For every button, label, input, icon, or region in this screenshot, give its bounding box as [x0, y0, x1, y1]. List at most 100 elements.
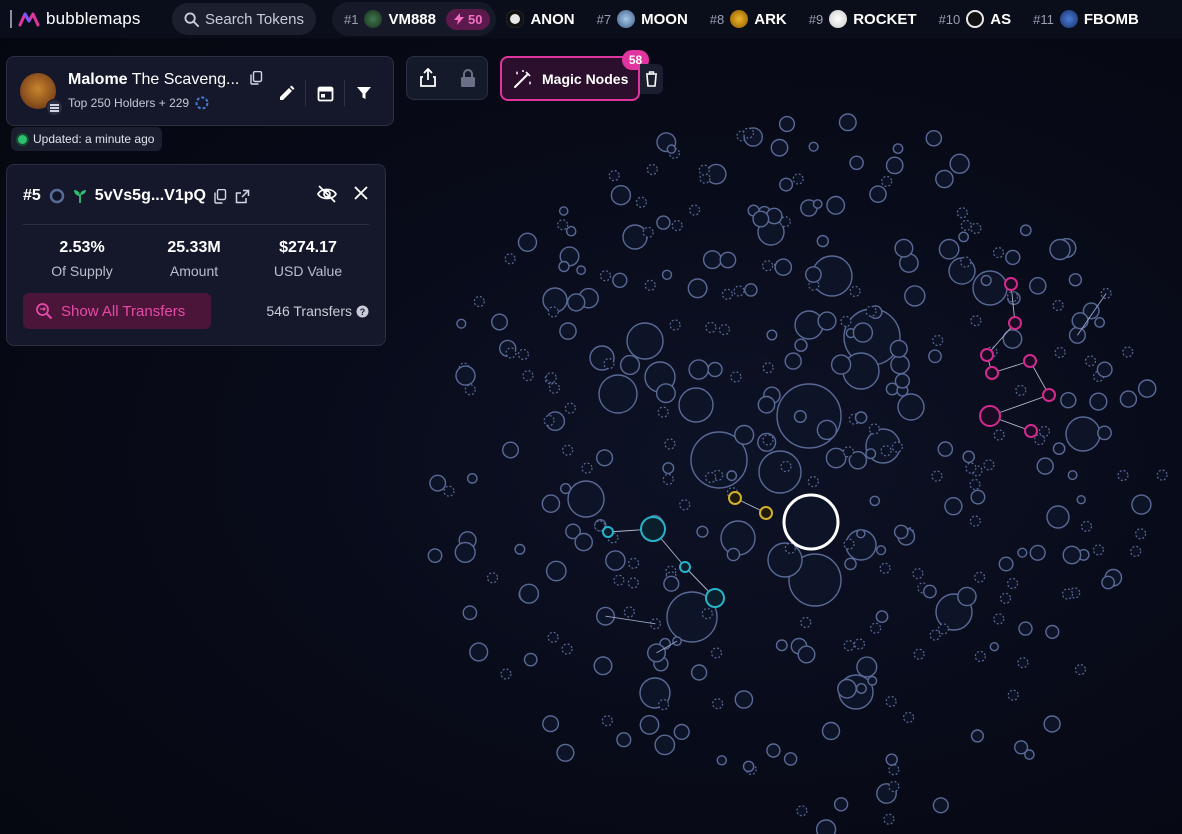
holder-bubble[interactable]	[969, 478, 981, 491]
holder-bubble[interactable]	[541, 494, 561, 514]
holder-bubble[interactable]	[522, 370, 534, 382]
holder-bubble[interactable]	[775, 639, 788, 652]
holder-bubble[interactable]	[726, 547, 741, 562]
holder-bubble[interactable]	[698, 164, 710, 176]
holder-bubble[interactable]	[1074, 663, 1087, 676]
holder-bubble[interactable]	[626, 322, 664, 360]
holder-bubble[interactable]	[678, 387, 714, 423]
holder-bubble[interactable]	[843, 538, 855, 550]
holder-bubble[interactable]	[616, 732, 632, 748]
holder-bubble[interactable]	[1060, 392, 1077, 409]
holder-bubble[interactable]	[688, 359, 710, 380]
ticker-item-vm888[interactable]: #1 VM888 50	[332, 2, 497, 36]
holder-bubble[interactable]	[1119, 390, 1138, 408]
holder-bubble[interactable]	[1015, 384, 1027, 396]
holder-bubble[interactable]	[705, 321, 717, 333]
holder-bubble[interactable]	[1043, 715, 1061, 733]
holder-bubble[interactable]	[869, 185, 887, 203]
holder-bubble[interactable]	[796, 805, 808, 817]
yellow-cluster-bubble[interactable]	[759, 506, 773, 520]
holder-bubble[interactable]	[999, 592, 1012, 604]
magic-nodes-button[interactable]: Magic Nodes	[500, 56, 640, 101]
holder-bubble[interactable]	[825, 447, 847, 469]
holder-bubble[interactable]	[793, 410, 807, 424]
holder-bubble[interactable]	[912, 567, 924, 580]
holder-bubble[interactable]	[466, 472, 478, 484]
holder-bubble[interactable]	[718, 324, 731, 336]
holder-bubble[interactable]	[671, 220, 683, 232]
holder-bubble[interactable]	[505, 347, 517, 359]
holder-bubble[interactable]	[581, 462, 593, 474]
holder-bubble[interactable]	[784, 542, 796, 554]
holder-bubble[interactable]	[938, 238, 960, 260]
holder-bubble[interactable]	[867, 675, 878, 686]
holder-bubble[interactable]	[1017, 657, 1029, 669]
holder-bubble[interactable]	[792, 173, 804, 185]
holder-bubble[interactable]	[844, 557, 857, 571]
holder-bubble[interactable]	[1097, 425, 1112, 441]
holder-bubble[interactable]	[815, 819, 837, 834]
holder-bubble[interactable]	[742, 760, 755, 773]
holder-bubble[interactable]	[840, 315, 852, 327]
holder-bubble[interactable]	[833, 797, 849, 812]
cyan-cluster-bubble[interactable]	[640, 516, 666, 542]
holder-bubble[interactable]	[455, 365, 476, 386]
holder-bubble[interactable]	[730, 371, 742, 383]
holder-bubble[interactable]	[1052, 442, 1066, 455]
holder-bubble[interactable]	[547, 631, 559, 643]
ticker-item-fbomb[interactable]: #11 FBOMB	[1033, 10, 1139, 28]
holder-bubble[interactable]	[993, 429, 1005, 441]
help-icon[interactable]: ?	[356, 305, 369, 318]
holder-bubble[interactable]	[890, 354, 910, 375]
holder-bubble[interactable]	[837, 678, 857, 699]
holder-bubble[interactable]	[556, 219, 569, 231]
holder-bubble[interactable]	[889, 339, 908, 358]
holder-bubble[interactable]	[783, 752, 798, 766]
holder-bubble[interactable]	[721, 288, 734, 300]
holder-bubble[interactable]	[646, 163, 658, 176]
holder-bubble[interactable]	[816, 234, 829, 248]
holder-bubble[interactable]	[902, 711, 915, 724]
holder-bubble[interactable]	[726, 470, 738, 482]
holder-bubble[interactable]	[932, 334, 944, 347]
holder-bubble[interactable]	[774, 258, 793, 277]
ticker-item-anon[interactable]: ANON	[506, 10, 575, 28]
holder-bubble[interactable]	[1019, 224, 1032, 237]
holder-bubble[interactable]	[854, 411, 868, 424]
holder-bubble[interactable]	[812, 199, 823, 209]
edit-button[interactable]	[267, 77, 305, 109]
holder-bubble[interactable]	[1061, 588, 1074, 600]
show-all-transfers-button[interactable]: Show All Transfers	[23, 293, 211, 329]
holder-bubble[interactable]	[808, 141, 819, 152]
holder-bubble[interactable]	[881, 175, 893, 187]
pink-cluster-bubble[interactable]	[1004, 277, 1018, 291]
holder-bubble[interactable]	[744, 283, 758, 297]
holder-bubble[interactable]	[663, 575, 680, 592]
holder-bubble[interactable]	[719, 251, 737, 269]
holder-bubble[interactable]	[1130, 545, 1142, 558]
pink-cluster-bubble[interactable]	[985, 366, 999, 380]
holder-bubble[interactable]	[464, 384, 476, 396]
holder-bubble[interactable]	[928, 349, 942, 364]
holder-bubble[interactable]	[1018, 621, 1033, 636]
holder-bubble[interactable]	[1054, 346, 1066, 359]
holder-bubble[interactable]	[556, 743, 575, 762]
holder-bubble[interactable]	[888, 764, 900, 776]
holder-bubble[interactable]	[1049, 238, 1071, 261]
holder-bubble[interactable]	[547, 306, 559, 318]
holder-bubble[interactable]	[865, 448, 877, 460]
lock-icon[interactable]	[460, 68, 476, 88]
holder-bubble[interactable]	[875, 610, 889, 623]
holder-bubble[interactable]	[601, 715, 613, 727]
share-icon[interactable]	[419, 68, 437, 88]
holder-bubble[interactable]	[543, 415, 555, 427]
holder-bubble[interactable]	[992, 247, 1005, 259]
holder-bubble[interactable]	[1137, 379, 1157, 398]
holder-bubble[interactable]	[705, 163, 727, 185]
holder-bubble[interactable]	[970, 315, 982, 327]
holder-bubble[interactable]	[619, 354, 641, 376]
holder-bubble[interactable]	[1101, 575, 1116, 590]
holder-bubble[interactable]	[779, 177, 794, 192]
holder-bubble[interactable]	[564, 402, 576, 414]
holder-bubble[interactable]	[758, 450, 802, 494]
